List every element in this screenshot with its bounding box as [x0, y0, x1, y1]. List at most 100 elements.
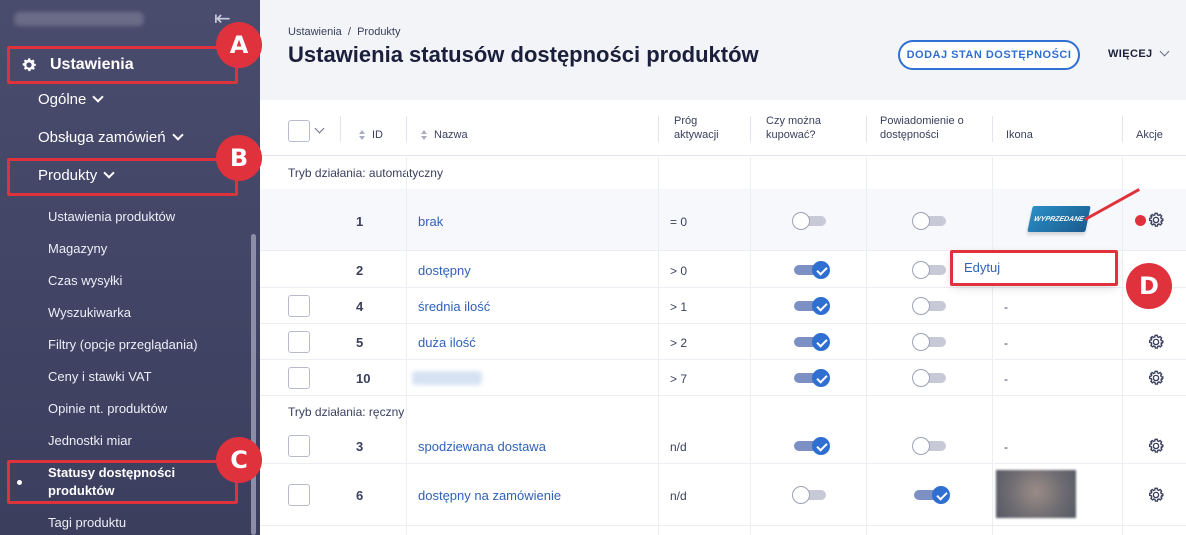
- sidebar-leaf-prices-vat[interactable]: Ceny i stawki VAT: [48, 368, 152, 386]
- row-id: 5: [356, 335, 364, 350]
- row-id: 3: [356, 439, 364, 454]
- row-checkbox[interactable]: [288, 367, 310, 389]
- notify-toggle[interactable]: [912, 261, 946, 279]
- row-threshold: n/d: [670, 440, 687, 454]
- table-row: 5 duża ilość > 2 -: [260, 324, 1186, 360]
- highlight-products: [7, 158, 238, 196]
- row-name-link[interactable]: dostępny na zamówienie: [418, 488, 561, 503]
- notify-toggle[interactable]: [912, 437, 946, 455]
- sidebar-leaf-search[interactable]: Wyszukiwarka: [48, 304, 131, 322]
- column-id[interactable]: ID: [358, 128, 383, 142]
- sort-icon: [420, 130, 428, 141]
- gear-icon[interactable]: [1147, 437, 1165, 455]
- sidebar-leaf-reviews[interactable]: Opinie nt. produktów: [48, 400, 167, 418]
- column-notify: Powiadomienie o dostępności: [880, 115, 964, 141]
- notify-toggle[interactable]: [912, 212, 946, 230]
- row-threshold: > 7: [670, 372, 688, 386]
- highlight-edit: [950, 250, 1118, 286]
- sidebar-leaf-warehouses[interactable]: Magazyny: [48, 240, 107, 258]
- breadcrumb[interactable]: Ustawienia / Produkty: [288, 26, 401, 38]
- sidebar-scrollbar[interactable]: [251, 234, 256, 535]
- gear-icon[interactable]: [1147, 211, 1165, 229]
- row-id: 6: [356, 488, 364, 503]
- sidebar-item-general[interactable]: Ogólne: [38, 91, 105, 108]
- page-header: Ustawienia / Produkty Ustawienia statusó…: [260, 0, 1186, 100]
- chevron-down-icon: [171, 129, 184, 141]
- sidebar-item-orders[interactable]: Obsługa zamówień: [38, 129, 184, 146]
- annotation-dot: [1135, 215, 1146, 226]
- can-buy-toggle[interactable]: [794, 369, 830, 387]
- sidebar-leaf-shipping-time[interactable]: Czas wysyłki: [48, 272, 122, 290]
- group-auto-label: Tryb działania: automatyczny: [260, 157, 1186, 189]
- shop-logo: [14, 12, 144, 26]
- group-manual-label: Tryb działania: ręczny: [260, 396, 1186, 428]
- chevron-down-icon[interactable]: [314, 123, 325, 134]
- add-availability-button[interactable]: DODAJ STAN DOSTĘPNOŚCI: [898, 40, 1080, 70]
- gear-icon[interactable]: [1147, 333, 1165, 351]
- availability-image-icon: [996, 470, 1076, 518]
- row-threshold: = 0: [670, 215, 688, 229]
- notify-toggle[interactable]: [914, 486, 950, 504]
- column-actions: Akcje: [1136, 129, 1163, 141]
- gear-icon[interactable]: [1147, 486, 1165, 504]
- row-icon-empty: -: [1004, 336, 1008, 350]
- row-id: 1: [356, 214, 364, 229]
- sidebar-leaf-units[interactable]: Jednostki miar: [48, 432, 132, 450]
- chevron-down-icon: [92, 91, 105, 103]
- marker-b: B: [216, 135, 262, 181]
- sidebar-leaf-filters[interactable]: Filtry (opcje przeglądania): [48, 336, 198, 354]
- sold-out-ribbon-icon: WYPRZEDANE: [1027, 206, 1091, 232]
- row-checkbox[interactable]: [288, 331, 310, 353]
- row-name-link[interactable]: duża ilość: [418, 335, 476, 350]
- availability-table: ID Nazwa Próg aktywacji Czy można kupowa…: [260, 100, 1186, 535]
- column-name[interactable]: Nazwa: [420, 128, 468, 142]
- row-checkbox[interactable]: [288, 484, 310, 506]
- more-label: WIĘCEJ: [1108, 48, 1153, 60]
- marker-d: D: [1126, 263, 1172, 309]
- row-threshold: > 2: [670, 336, 688, 350]
- sidebar-item-label: Obsługa zamówień: [38, 129, 166, 146]
- can-buy-toggle[interactable]: [792, 212, 826, 230]
- row-icon-empty: -: [1004, 300, 1008, 314]
- notify-toggle[interactable]: [912, 333, 946, 351]
- row-checkbox[interactable]: [288, 295, 310, 317]
- more-menu-button[interactable]: WIĘCEJ: [1108, 46, 1170, 60]
- gear-icon[interactable]: [1147, 369, 1165, 387]
- highlight-statuses: [7, 460, 238, 504]
- column-can-buy: Czy można kupować?: [766, 115, 822, 141]
- can-buy-toggle[interactable]: [794, 261, 830, 279]
- row-id: 10: [356, 371, 371, 386]
- can-buy-toggle[interactable]: [794, 437, 830, 455]
- row-name-link[interactable]: spodziewana dostawa: [418, 439, 546, 454]
- can-buy-toggle[interactable]: [794, 333, 830, 351]
- row-icon-empty: -: [1004, 440, 1008, 454]
- table-header: ID Nazwa Próg aktywacji Czy można kupowa…: [260, 100, 1186, 156]
- can-buy-toggle[interactable]: [792, 486, 826, 504]
- row-name-link[interactable]: brak: [418, 214, 443, 229]
- table-row: 10 > 7 -: [260, 360, 1186, 396]
- table-row: 3 spodziewana dostawa n/d -: [260, 428, 1186, 464]
- page-title: Ustawienia statusów dostępności produktó…: [288, 42, 759, 67]
- row-id: 4: [356, 299, 364, 314]
- sidebar-leaf-tags[interactable]: Tagi produktu: [48, 514, 126, 532]
- row-threshold: > 1: [670, 300, 688, 314]
- chevron-down-icon: [1159, 46, 1170, 57]
- marker-a: A: [216, 22, 262, 68]
- row-name-link[interactable]: średnia ilość: [418, 299, 490, 314]
- row-name-blurred[interactable]: [412, 371, 482, 385]
- sidebar-leaf-product-settings[interactable]: Ustawienia produktów: [48, 208, 175, 226]
- notify-toggle[interactable]: [912, 369, 946, 387]
- column-icon: Ikona: [1006, 129, 1033, 141]
- row-threshold: n/d: [670, 489, 687, 503]
- column-threshold: Próg aktywacji: [674, 115, 719, 141]
- row-name-link[interactable]: dostępny: [418, 263, 471, 278]
- table-row: 4 średnia ilość > 1 -: [260, 288, 1186, 324]
- row-threshold: > 0: [670, 264, 688, 278]
- highlight-settings: [7, 46, 238, 84]
- can-buy-toggle[interactable]: [794, 297, 830, 315]
- marker-c: C: [216, 437, 262, 483]
- notify-toggle[interactable]: [912, 297, 946, 315]
- row-checkbox[interactable]: [288, 435, 310, 457]
- select-all-checkbox[interactable]: [288, 120, 310, 142]
- sidebar-item-label: Ogólne: [38, 91, 87, 108]
